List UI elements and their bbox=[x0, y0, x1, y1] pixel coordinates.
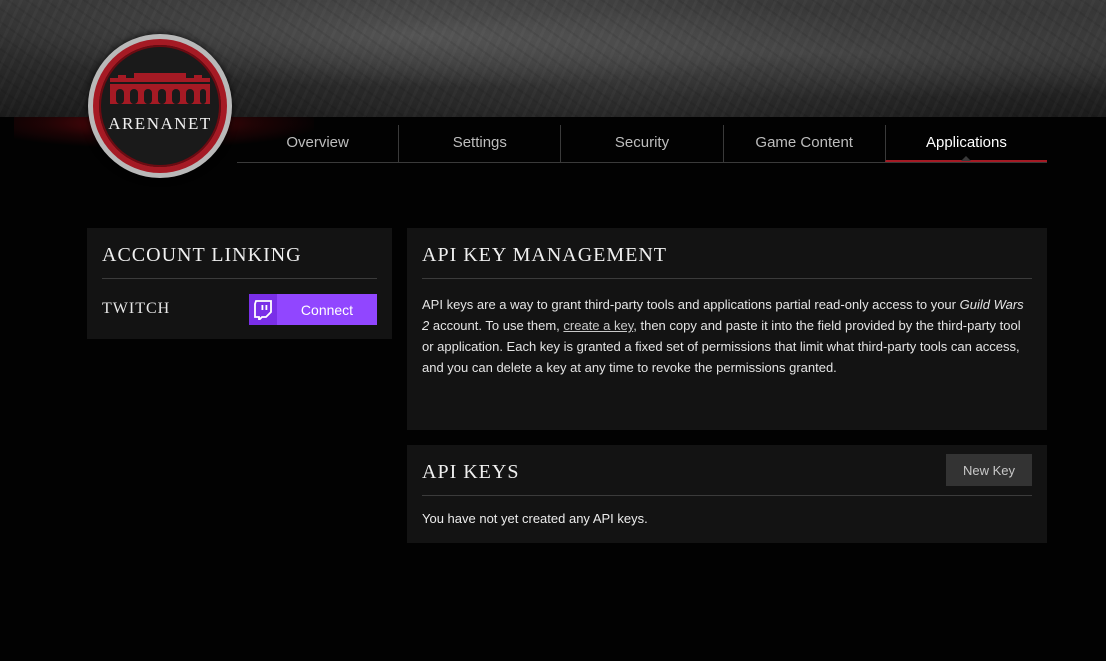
active-tab-caret bbox=[961, 156, 972, 161]
api-key-management-panel: API KEY MANAGEMENT API keys are a way to… bbox=[407, 228, 1047, 430]
api-keys-panel: API KEYS New Key You have not yet create… bbox=[407, 445, 1047, 543]
account-linking-title: ACCOUNT LINKING bbox=[102, 244, 302, 266]
twitch-icon bbox=[249, 294, 277, 325]
arenanet-logo[interactable]: ARENANET bbox=[88, 34, 232, 178]
divider bbox=[422, 278, 1032, 279]
tab-security[interactable]: Security bbox=[560, 125, 722, 162]
empty-keys-message: You have not yet created any API keys. bbox=[422, 511, 648, 526]
api-description: API keys are a way to grant third-party … bbox=[422, 297, 1024, 375]
account-tabs: Overview Settings Security Game Content … bbox=[237, 125, 1048, 163]
tab-settings[interactable]: Settings bbox=[398, 125, 560, 162]
divider bbox=[102, 278, 377, 279]
twitch-label: TWITCH bbox=[102, 300, 171, 317]
page: ARENANET Overview Settings Security Game… bbox=[0, 0, 1106, 661]
twitch-connect-button[interactable]: Connect bbox=[249, 294, 377, 325]
tab-game-content[interactable]: Game Content bbox=[722, 125, 885, 162]
divider bbox=[422, 495, 1032, 496]
tab-applications-label: Applications bbox=[925, 134, 1007, 151]
api-keys-title: API KEYS bbox=[422, 461, 520, 483]
colosseum-icon bbox=[110, 73, 210, 104]
create-key-link[interactable]: create a key bbox=[563, 318, 633, 333]
api-key-management-title: API KEY MANAGEMENT bbox=[422, 244, 668, 266]
connect-label: Connect bbox=[300, 301, 354, 318]
new-key-button[interactable]: New Key bbox=[946, 454, 1032, 486]
tab-overview[interactable]: Overview bbox=[237, 125, 398, 162]
logo-wordmark: ARENANET bbox=[108, 114, 212, 133]
tab-applications[interactable]: Applications bbox=[884, 125, 1048, 162]
